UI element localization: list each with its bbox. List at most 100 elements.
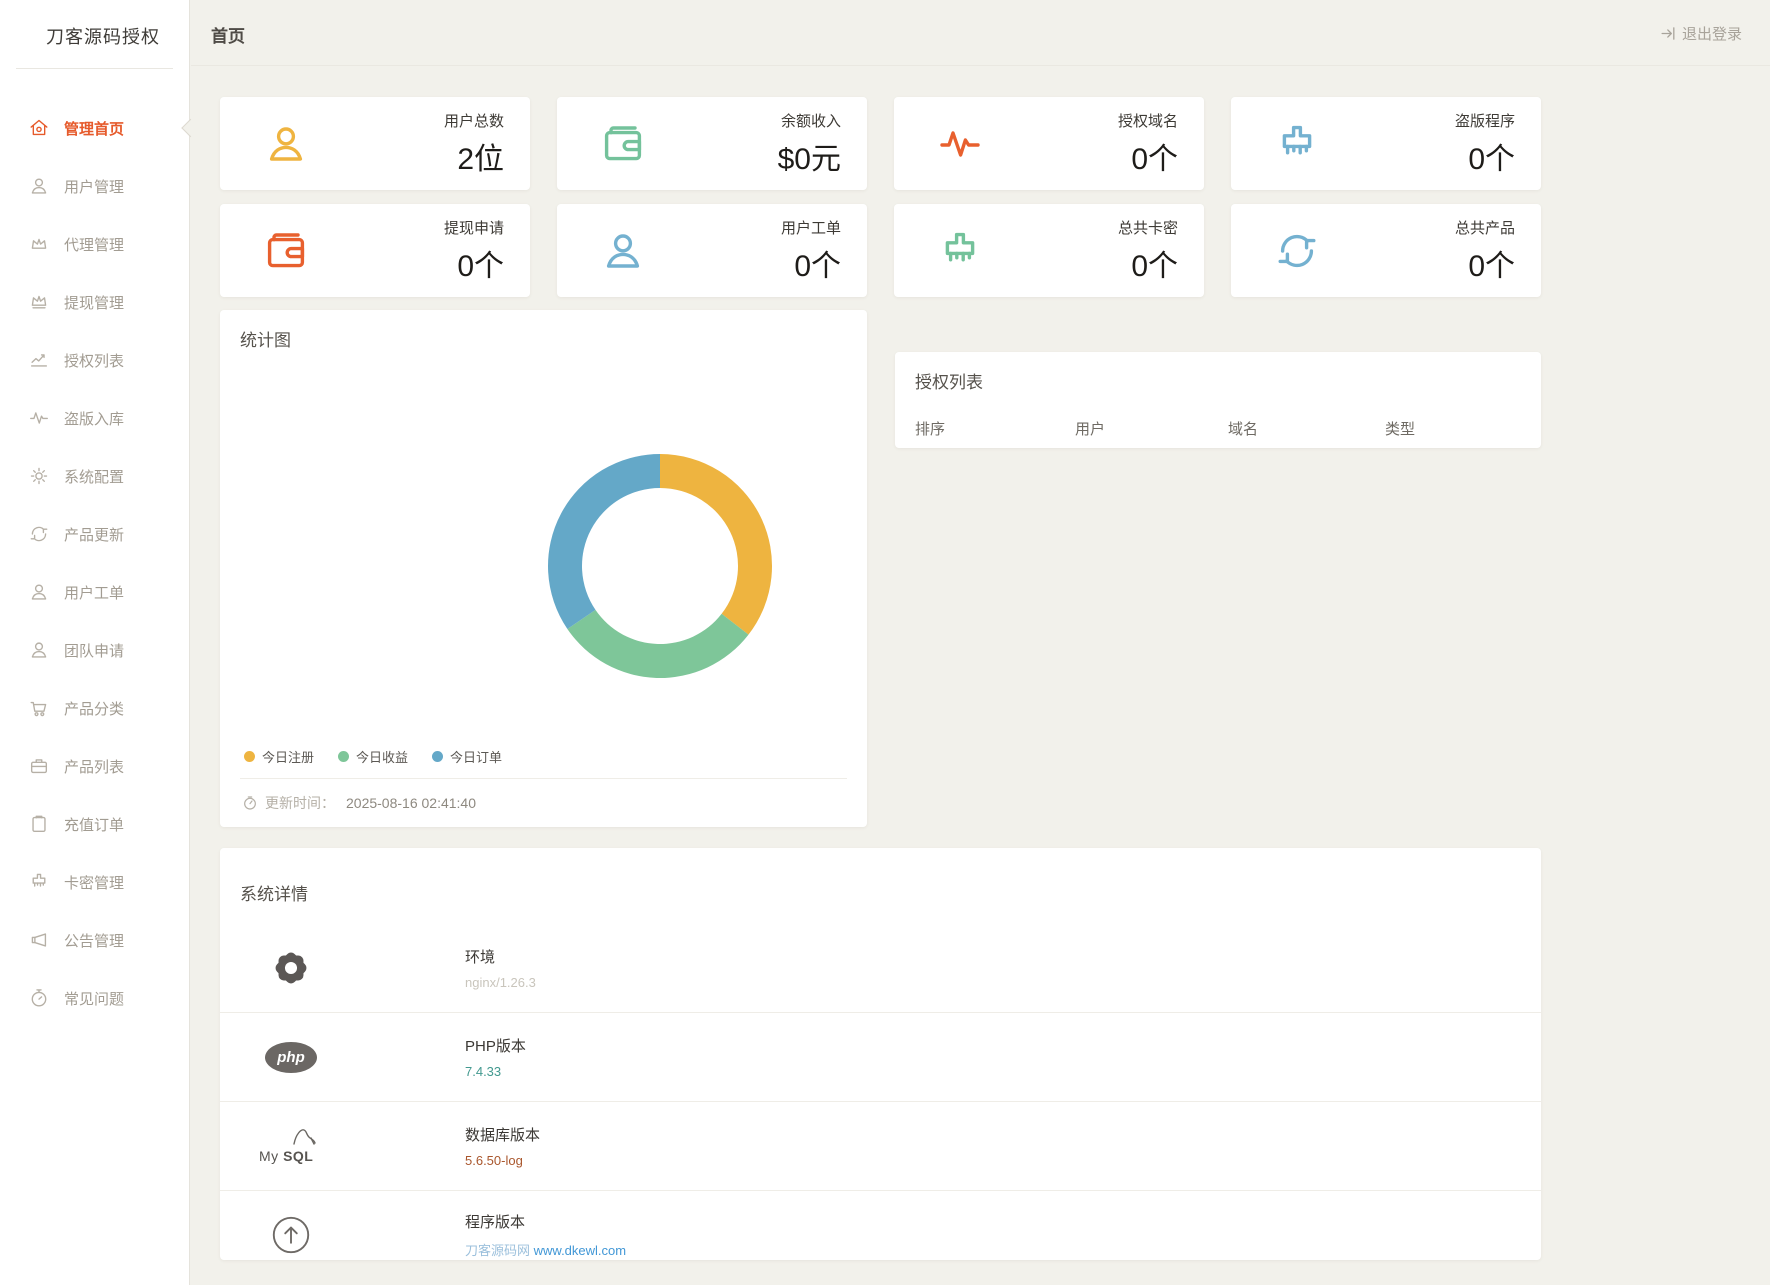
sidebar-item-3[interactable]: 代理管理 [0,215,189,273]
stat-value: 0个 [1118,134,1178,178]
stat-value: 0个 [1455,134,1515,178]
stat-text: 余额收入$0元 [778,110,841,178]
sidebar-item-label: 公告管理 [64,930,124,951]
sidebar-item-10[interactable]: 团队申请 [0,621,189,679]
stat-cards: 用户总数2位余额收入$0元授权域名0个盗版程序0个提现申请0个用户工单0个总共卡… [220,97,1541,297]
donut-chart [220,310,867,740]
user-icon [28,639,50,661]
home-icon [28,117,50,139]
system-row-value: 7.4.33 [465,1064,526,1079]
stat-card-5: 提现申请0个 [220,204,530,297]
sidebar-item-9[interactable]: 用户工单 [0,563,189,621]
php-logo: php [265,1042,317,1073]
sidebar-item-16[interactable]: 常见问题 [0,969,189,1027]
legend-item-1[interactable]: 今日注册 [244,747,314,766]
system-row-icon: My SQL [246,1126,336,1166]
system-row-text: 数据库版本 5.6.50-log [465,1124,540,1168]
wallet-icon [262,227,310,275]
mysql-dolphin [291,1126,317,1148]
stat-text: 总共卡密0个 [1118,217,1178,285]
user-icon [28,175,50,197]
brush-icon [936,227,984,275]
system-row-icon [246,1215,336,1255]
chart-update-time: 更新时间： 2025-08-16 02:41:40 [242,793,476,813]
sidebar-item-label: 卡密管理 [64,872,124,893]
system-row-text: 程序版本刀客源码网 www.dkewl.com [465,1211,626,1259]
sidebar-item-6[interactable]: 盗版入库 [0,389,189,447]
stat-text: 提现申请0个 [444,217,504,285]
stopwatch-icon [28,987,50,1009]
system-value: 5.6.50-log [465,1153,523,1168]
sidebar-item-label: 管理首页 [64,118,124,139]
system-row-value: 5.6.50-log [465,1153,540,1168]
sidebar-item-14[interactable]: 卡密管理 [0,853,189,911]
user-icon [28,581,50,603]
stat-label: 总共产品 [1455,217,1515,238]
refresh-icon [28,523,50,545]
brush-icon [28,871,50,893]
user-icon [599,227,647,275]
logout-icon [1660,25,1677,42]
stopwatch-icon [28,987,50,1009]
gear-icon [270,947,312,989]
auth-column-header: 排序 [915,418,1075,439]
sidebar-item-11[interactable]: 产品分类 [0,679,189,737]
legend-item-2[interactable]: 今日收益 [338,747,408,766]
system-row-label: 环境 [465,946,536,967]
logout-button[interactable]: 退出登录 [1660,23,1742,44]
donut-slice [567,610,748,678]
stat-text: 总共产品0个 [1455,217,1515,285]
system-row-label: 程序版本 [465,1211,626,1232]
brush-icon [1273,120,1321,168]
sidebar-item-label: 产品分类 [64,698,124,719]
legend-item-3[interactable]: 今日订单 [432,747,502,766]
wallet-icon [599,120,647,168]
legend-dot [244,751,255,762]
system-value: 7.4.33 [465,1064,501,1079]
stat-value: 0个 [444,241,504,285]
stat-card-1: 用户总数2位 [220,97,530,190]
cart-icon [28,697,50,719]
gear-outline-icon [28,465,50,487]
sidebar-item-4[interactable]: 提现管理 [0,273,189,331]
stat-text: 盗版程序0个 [1455,110,1515,178]
stat-value: 0个 [781,241,841,285]
sidebar-item-label: 充值订单 [64,814,124,835]
wallet-icon [599,120,647,168]
sidebar-item-1[interactable]: 管理首页 [0,99,189,157]
sidebar-item-label: 常见问题 [64,988,124,1009]
crown-base-icon [28,291,50,313]
sidebar-item-8[interactable]: 产品更新 [0,505,189,563]
system-value-link[interactable]: 刀客源码网 [465,1243,534,1258]
auth-column-header: 域名 [1228,418,1385,439]
topbar: 首页 退出登录 [191,0,1770,66]
megaphone-icon [28,929,50,951]
legend-dot [338,751,349,762]
wallet-icon [262,227,310,275]
sidebar-item-label: 盗版入库 [64,408,124,429]
mysql-logo: My SQL [255,1126,327,1166]
sidebar-item-2[interactable]: 用户管理 [0,157,189,215]
clock-icon [242,795,258,811]
divider [240,778,847,779]
system-row-label: 数据库版本 [465,1124,540,1145]
stat-text: 用户工单0个 [781,217,841,285]
sidebar-item-13[interactable]: 充值订单 [0,795,189,853]
sidebar-item-label: 代理管理 [64,234,124,255]
user-icon [262,120,310,168]
user-icon [262,120,310,168]
user-icon [28,639,50,661]
system-row-4: 程序版本刀客源码网 www.dkewl.com [220,1190,1541,1279]
sidebar-item-12[interactable]: 产品列表 [0,737,189,795]
system-value-link[interactable]: www.dkewl.com [534,1243,626,1258]
sidebar-item-label: 产品列表 [64,756,124,777]
stat-card-2: 余额收入$0元 [557,97,867,190]
sidebar-item-5[interactable]: 授权列表 [0,331,189,389]
home-icon [28,117,50,139]
sidebar-item-7[interactable]: 系统配置 [0,447,189,505]
sidebar-item-15[interactable]: 公告管理 [0,911,189,969]
sidebar-item-label: 用户工单 [64,582,124,603]
pulse-icon [28,407,50,429]
legend-label: 今日订单 [450,747,502,766]
brush-icon [28,871,50,893]
